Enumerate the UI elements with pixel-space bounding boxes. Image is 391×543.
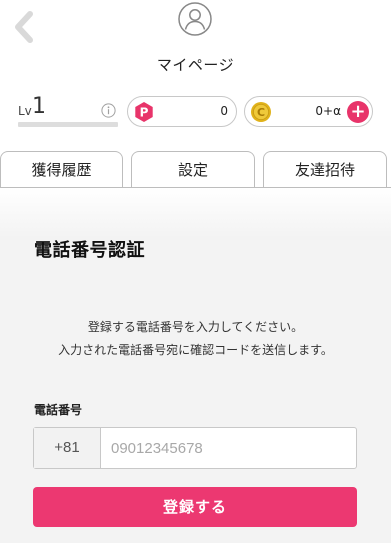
register-button[interactable]: 登録する xyxy=(33,487,357,527)
tab-settings[interactable]: 設定 xyxy=(131,151,255,188)
user-icon xyxy=(178,2,212,36)
phone-field-label: 電話番号 xyxy=(34,403,83,417)
description-line-2: 入力された電話番号宛に確認コードを送信します。 xyxy=(58,343,333,357)
level-value: 1 xyxy=(32,94,46,119)
c-coin-icon: C xyxy=(251,102,271,122)
country-code: +81 xyxy=(34,428,101,468)
c-coin-value: 0+α xyxy=(315,104,341,118)
section-title: 電話番号認証 xyxy=(34,240,145,261)
p-icon-letter: P xyxy=(140,106,149,120)
back-button[interactable] xyxy=(10,8,40,46)
p-point-balance[interactable]: P 0 xyxy=(127,96,237,127)
avatar[interactable] xyxy=(177,1,213,37)
phone-verification-panel: 電話番号認証 登録する電話番号を入力してください。 入力された電話番号宛に確認コ… xyxy=(0,188,391,543)
level-prefix: Lv xyxy=(18,104,32,118)
c-coin-balance[interactable]: C 0+α + xyxy=(244,96,373,127)
level-progress-bar xyxy=(18,122,118,127)
phone-number-row: +81 xyxy=(33,427,357,469)
p-point-value: 0 xyxy=(220,104,228,118)
tab-invite-friends[interactable]: 友達招待 xyxy=(263,151,387,188)
tab-history[interactable]: 獲得履歴 xyxy=(0,151,123,188)
c-icon-letter: C xyxy=(257,106,265,119)
p-point-icon: P xyxy=(135,102,153,122)
chevron-left-icon xyxy=(15,11,33,43)
plus-icon: + xyxy=(350,101,366,122)
level-info-button[interactable] xyxy=(101,103,116,118)
phone-number-input[interactable] xyxy=(102,428,356,468)
info-icon xyxy=(101,103,116,118)
description-line-1: 登録する電話番号を入力してください。 xyxy=(87,320,304,334)
add-coin-button[interactable]: + xyxy=(347,101,369,123)
header: マイページ xyxy=(0,0,391,86)
page-title: マイページ xyxy=(156,56,235,74)
